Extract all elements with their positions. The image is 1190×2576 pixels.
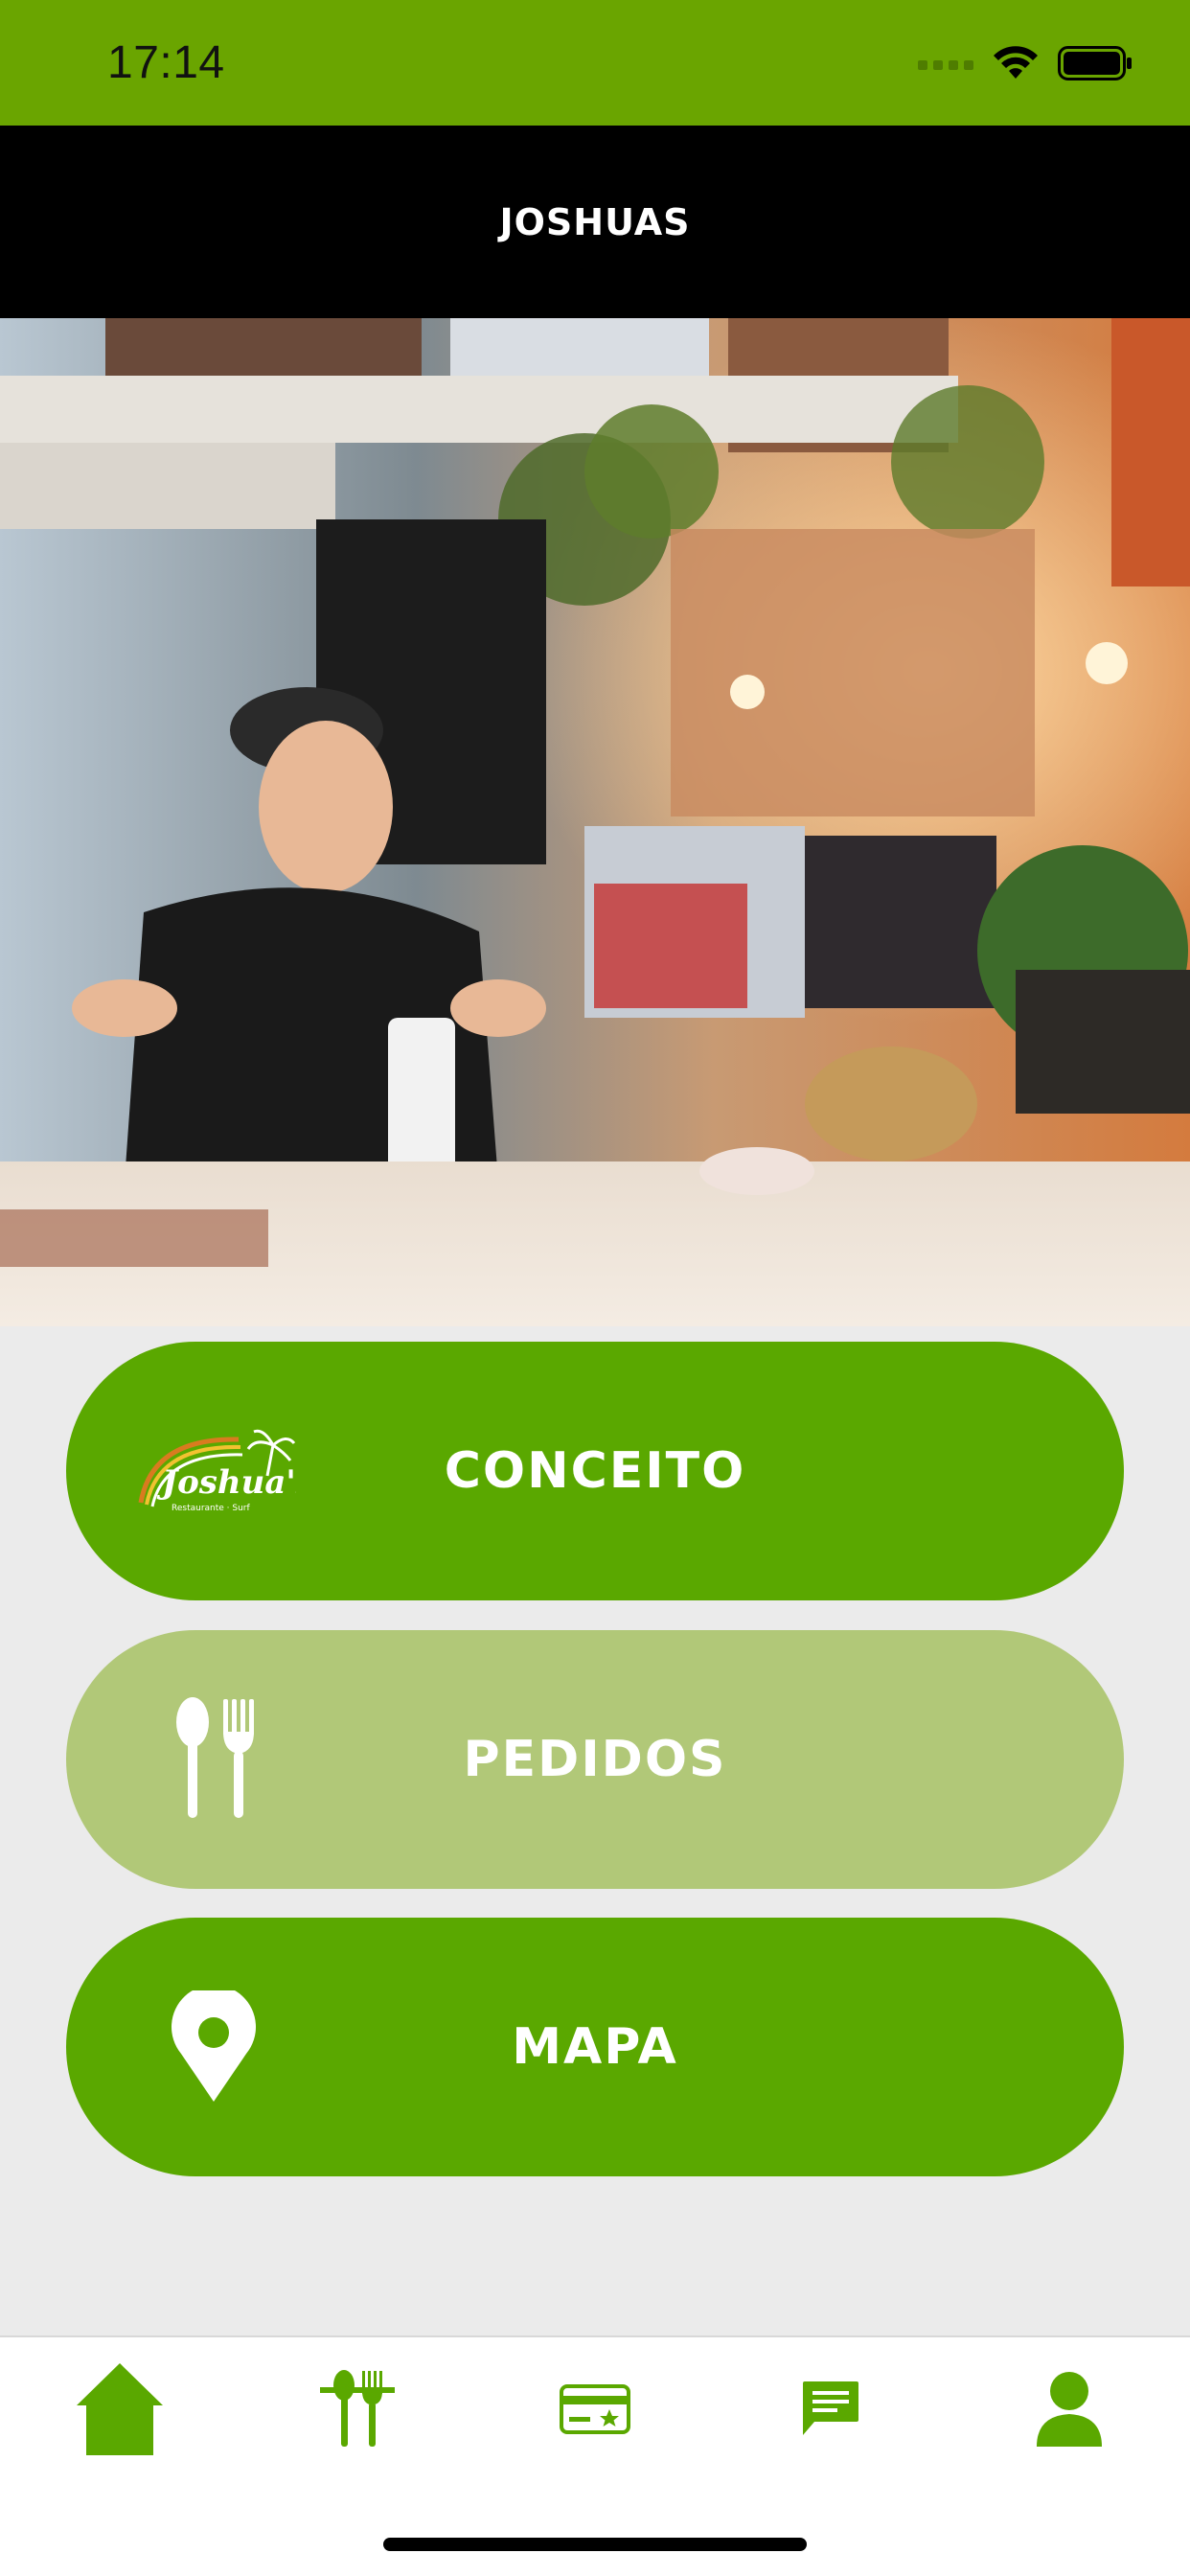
svg-text:Joshua's: Joshua's (156, 1463, 296, 1502)
pedidos-button[interactable]: PEDIDOS (66, 1630, 1124, 1889)
loyalty-card-icon (560, 2384, 630, 2434)
home-icon (77, 2363, 163, 2455)
spoon-fork-icon (173, 1697, 256, 1822)
chat-icon (803, 2381, 858, 2435)
tab-card[interactable] (528, 2337, 662, 2481)
status-icons (918, 44, 1133, 82)
home-indicator[interactable] (383, 2538, 807, 2551)
svg-text:Restaurante · Surf: Restaurante · Surf (172, 1504, 251, 1513)
tab-chat[interactable] (764, 2337, 898, 2481)
tab-home[interactable] (53, 2337, 187, 2481)
conceito-label: CONCEITO (444, 1442, 746, 1500)
wifi-icon (994, 46, 1038, 79)
conceito-button[interactable]: Joshua's Restaurante · Surf CONCEITO (66, 1342, 1124, 1600)
app-header: JOSHUAS (0, 126, 1190, 318)
app-screen: 17:14 JOSHUAS Joshua' Restaurante · Surf… (0, 0, 1190, 2576)
status-bar: 17:14 (0, 0, 1190, 126)
spoon-fork-icon (333, 2370, 382, 2447)
signal-icon (918, 60, 973, 70)
map-pin-icon (172, 1990, 256, 2104)
joshuas-logo-icon: Joshua's Restaurante · Surf (133, 1418, 296, 1524)
mapa-button[interactable]: MAPA (66, 1918, 1124, 2176)
hero-image (0, 318, 1190, 1326)
user-icon (1037, 2372, 1102, 2447)
tab-profile[interactable] (1002, 2337, 1136, 2481)
tab-menu[interactable] (290, 2337, 424, 2481)
page-title: JOSHUAS (499, 200, 691, 243)
active-tab-indicator (320, 2387, 395, 2393)
status-time: 17:14 (107, 37, 225, 88)
pedidos-label: PEDIDOS (463, 1731, 727, 1788)
mapa-label: MAPA (512, 2018, 678, 2076)
battery-icon (1058, 46, 1132, 80)
